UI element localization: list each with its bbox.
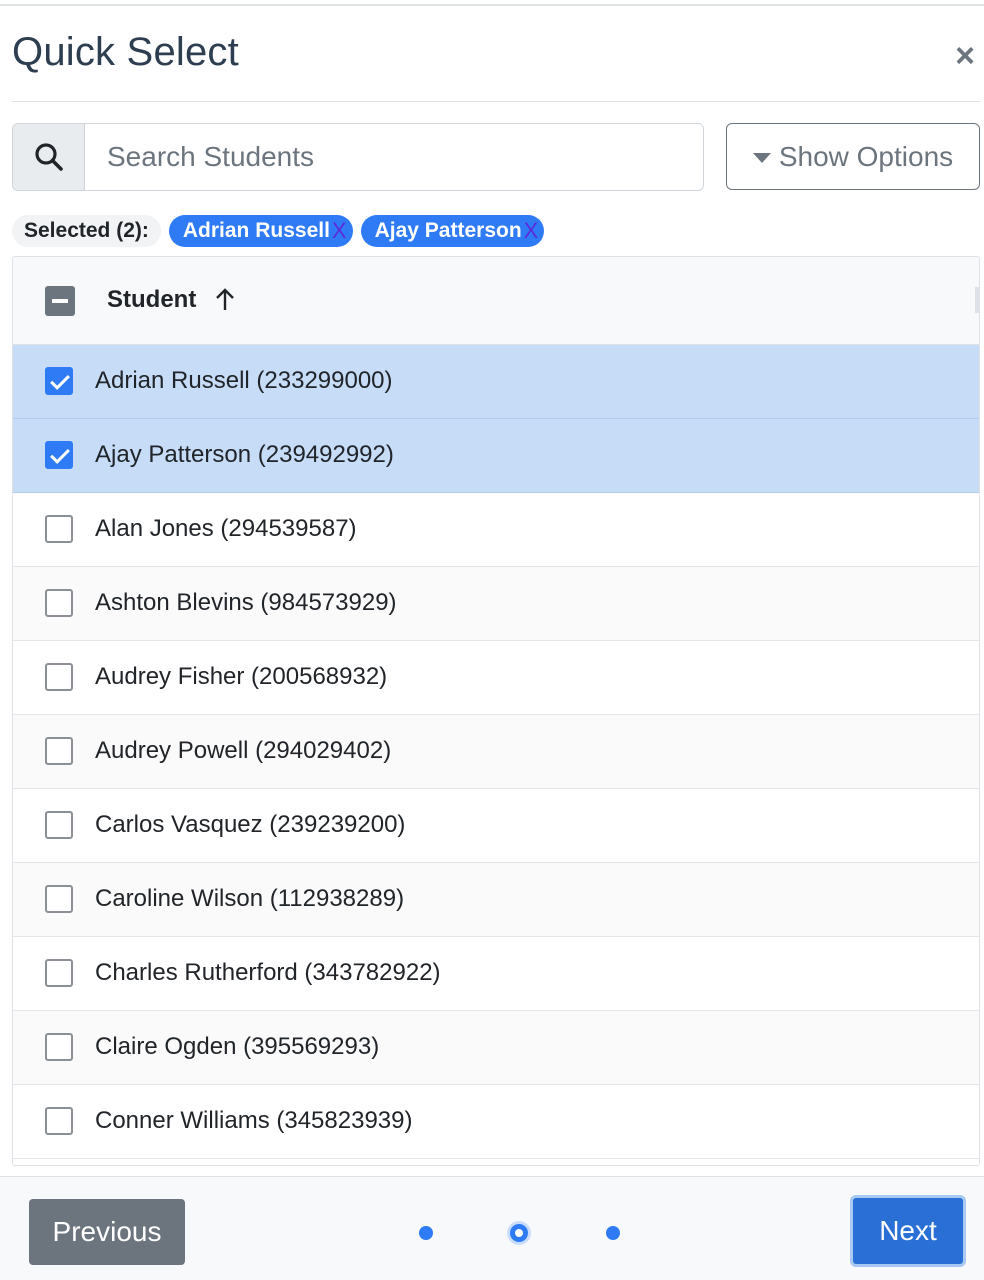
student-name: Ajay Patterson (239492992) [95, 441, 394, 468]
table-row[interactable]: Adrian Russell (233299000) [13, 345, 979, 419]
chip-remove-icon[interactable]: X [524, 220, 539, 242]
row-checkbox[interactable] [45, 811, 73, 839]
table-row[interactable]: Carlos Vasquez (239239200) [13, 789, 979, 863]
student-name: Ashton Blevins (984573929) [95, 589, 397, 616]
student-name: Alan Jones (294539587) [95, 515, 357, 542]
row-checkbox[interactable] [45, 1033, 73, 1061]
column-resize-handle[interactable] [975, 287, 979, 313]
row-checkbox[interactable] [45, 663, 73, 691]
table-row[interactable]: Ashton Blevins (984573929) [13, 567, 979, 641]
table-row[interactable]: Caroline Wilson (112938289) [13, 863, 979, 937]
step-dot-3[interactable] [606, 1226, 620, 1240]
show-options-button[interactable]: Show Options [726, 123, 980, 190]
table-row[interactable]: Conner Williams (345823939) [13, 1085, 979, 1159]
modal-footer: Previous Next [0, 1176, 984, 1280]
student-name: Carlos Vasquez (239239200) [95, 811, 406, 838]
student-name: Audrey Powell (294029402) [95, 737, 392, 764]
grid-rows: Adrian Russell (233299000) Ajay Patterso… [13, 345, 979, 1159]
sort-ascending-icon[interactable] [213, 285, 237, 315]
student-name: Claire Ogden (395569293) [95, 1033, 380, 1060]
search-icon [13, 124, 85, 190]
student-grid: Student Adrian Russell (233299000) Ajay … [12, 256, 980, 1166]
student-name: Adrian Russell (233299000) [95, 367, 393, 394]
table-row[interactable]: Claire Ogden (395569293) [13, 1011, 979, 1085]
row-checkbox[interactable] [45, 441, 73, 469]
step-dot-1[interactable] [419, 1226, 433, 1240]
previous-button[interactable]: Previous [29, 1199, 185, 1265]
grid-header: Student [13, 257, 979, 345]
top-divider [0, 4, 984, 6]
row-checkbox[interactable] [45, 367, 73, 395]
chip-remove-icon[interactable]: X [332, 220, 347, 242]
next-button[interactable]: Next [850, 1195, 966, 1267]
row-checkbox[interactable] [45, 1107, 73, 1135]
chip-label: Ajay Patterson [374, 219, 522, 242]
row-checkbox[interactable] [45, 959, 73, 987]
table-row[interactable]: Audrey Fisher (200568932) [13, 641, 979, 715]
caret-down-icon [752, 152, 771, 163]
search-input[interactable] [85, 124, 703, 190]
selected-chip: Ajay Patterson X [360, 215, 545, 247]
student-name: Caroline Wilson (112938289) [95, 885, 405, 912]
step-dot-2-active[interactable] [510, 1224, 528, 1242]
row-checkbox[interactable] [45, 737, 73, 765]
search-group [12, 123, 704, 191]
row-checkbox[interactable] [45, 885, 73, 913]
modal-header: Quick Select × [12, 20, 980, 102]
selected-count-label: Selected (2): [12, 215, 161, 247]
table-row[interactable]: Audrey Powell (294029402) [13, 715, 979, 789]
close-button[interactable]: × [950, 38, 980, 74]
selected-chip: Adrian Russell X [168, 215, 353, 247]
student-name: Conner Williams (345823939) [95, 1107, 413, 1134]
show-options-label: Show Options [778, 140, 954, 172]
chip-label: Adrian Russell [182, 219, 330, 242]
table-row[interactable]: Alan Jones (294539587) [13, 493, 979, 567]
column-header-student[interactable]: Student [107, 286, 196, 314]
student-name: Charles Rutherford (343782922) [95, 959, 441, 986]
modal-title: Quick Select [12, 30, 239, 74]
student-name: Audrey Fisher (200568932) [95, 663, 388, 690]
table-row[interactable]: Charles Rutherford (343782922) [13, 937, 979, 1011]
selected-summary: Selected (2): Adrian Russell X Ajay Patt… [12, 214, 545, 248]
row-checkbox[interactable] [45, 589, 73, 617]
select-all-checkbox[interactable] [45, 286, 75, 316]
row-checkbox[interactable] [45, 515, 73, 543]
table-row[interactable]: Ajay Patterson (239492992) [13, 419, 979, 493]
